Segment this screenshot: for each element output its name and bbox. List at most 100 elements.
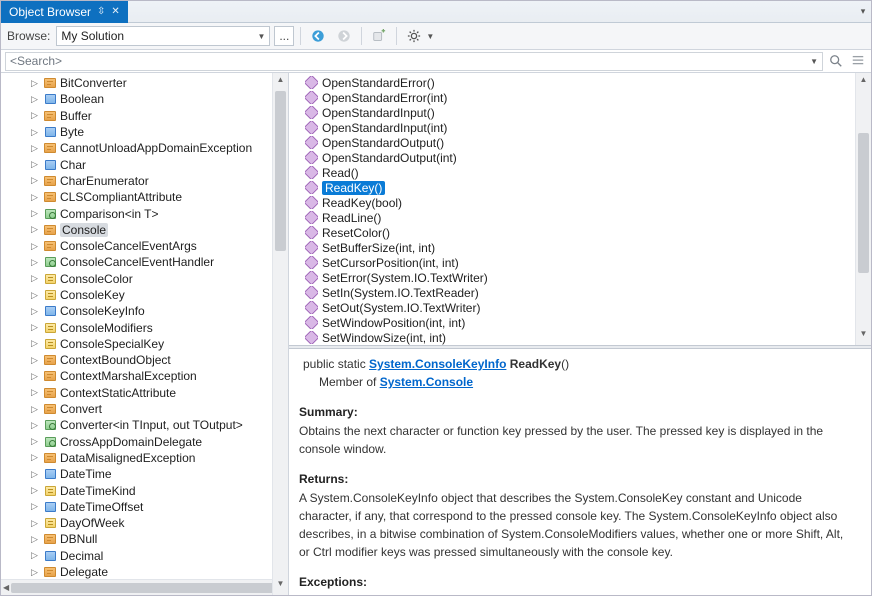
tree-item[interactable]: ▷DateTimeOffset — [1, 499, 288, 515]
exception-link[interactable]: System.InvalidOperationException — [299, 594, 497, 595]
tree-item[interactable]: ▷ContextMarshalException — [1, 368, 288, 384]
tree-item[interactable]: ▷DateTime — [1, 466, 288, 482]
scroll-down-icon[interactable]: ▼ — [273, 579, 288, 593]
tree-item[interactable]: ▷ConsoleColor — [1, 271, 288, 287]
tree-item[interactable]: ▷CrossAppDomainDelegate — [1, 434, 288, 450]
expand-icon[interactable]: ▷ — [31, 110, 40, 121]
scroll-down-icon[interactable]: ▼ — [856, 329, 871, 343]
tree-item[interactable]: ▷Char — [1, 156, 288, 172]
search-input[interactable]: <Search> ▼ — [5, 52, 823, 71]
member-item[interactable]: SetIn(System.IO.TextReader) — [289, 285, 871, 300]
browse-scope-combo[interactable]: My Solution ▼ — [56, 26, 270, 46]
expand-icon[interactable]: ▷ — [31, 436, 40, 447]
tree-item[interactable]: ▷Buffer — [1, 108, 288, 124]
expand-icon[interactable]: ▷ — [31, 273, 40, 284]
expand-icon[interactable]: ▷ — [31, 355, 40, 366]
close-icon[interactable]: ✕ — [111, 6, 119, 17]
member-item[interactable]: OpenStandardError(int) — [289, 90, 871, 105]
member-item[interactable]: SetCursorPosition(int, int) — [289, 255, 871, 270]
tree-item[interactable]: ▷DayOfWeek — [1, 515, 288, 531]
scrollbar-horizontal[interactable]: ◀ ▶ — [1, 579, 288, 595]
expand-icon[interactable]: ▷ — [31, 241, 40, 252]
declaring-type-link[interactable]: System.Console — [380, 375, 473, 389]
scroll-thumb[interactable] — [858, 133, 869, 273]
scroll-up-icon[interactable]: ▲ — [273, 75, 288, 89]
tree-item[interactable]: ▷BitConverter — [1, 75, 288, 91]
tree-item[interactable]: ▷ContextStaticAttribute — [1, 385, 288, 401]
member-item[interactable]: SetError(System.IO.TextWriter) — [289, 270, 871, 285]
expand-icon[interactable]: ▷ — [31, 127, 40, 138]
member-item[interactable]: OpenStandardOutput() — [289, 135, 871, 150]
member-item[interactable]: OpenStandardInput() — [289, 105, 871, 120]
tree-item[interactable]: ▷Decimal — [1, 548, 288, 564]
member-item[interactable]: ResetColor() — [289, 225, 871, 240]
tree-item[interactable]: ▷CharEnumerator — [1, 173, 288, 189]
expand-icon[interactable]: ▷ — [31, 159, 40, 170]
expand-icon[interactable]: ▷ — [31, 224, 40, 235]
tree-item[interactable]: ▷Convert — [1, 401, 288, 417]
expand-icon[interactable]: ▷ — [31, 338, 40, 349]
window-tab[interactable]: Object Browser ⇳ ✕ — [1, 1, 128, 23]
expand-icon[interactable]: ▷ — [31, 208, 40, 219]
member-item[interactable]: OpenStandardInput(int) — [289, 120, 871, 135]
tree-item[interactable]: ▷Boolean — [1, 91, 288, 107]
expand-icon[interactable]: ▷ — [31, 78, 40, 89]
expand-icon[interactable]: ▷ — [31, 371, 40, 382]
expand-icon[interactable]: ▷ — [31, 501, 40, 512]
member-item[interactable]: ReadKey(bool) — [289, 195, 871, 210]
tree-item[interactable]: ▷DateTimeKind — [1, 482, 288, 498]
tree-item[interactable]: ▷Byte — [1, 124, 288, 140]
member-item[interactable]: ReadKey() — [289, 180, 871, 195]
expand-icon[interactable]: ▷ — [31, 550, 40, 561]
tree-item[interactable]: ▷DataMisalignedException — [1, 450, 288, 466]
add-reference-button[interactable] — [368, 26, 390, 46]
member-item[interactable]: Read() — [289, 165, 871, 180]
return-type-link[interactable]: System.ConsoleKeyInfo — [369, 357, 506, 371]
tree-item[interactable]: ▷ConsoleKeyInfo — [1, 303, 288, 319]
settings-button[interactable]: ▼ — [403, 26, 434, 46]
scrollbar-vertical[interactable]: ▲ ▼ — [855, 73, 871, 345]
expand-icon[interactable]: ▷ — [31, 534, 40, 545]
expand-icon[interactable]: ▷ — [31, 257, 40, 268]
tree-item[interactable]: ▷ConsoleKey — [1, 287, 288, 303]
member-item[interactable]: SetWindowSize(int, int) — [289, 330, 871, 345]
expand-icon[interactable]: ▷ — [31, 175, 40, 186]
scroll-up-icon[interactable]: ▲ — [856, 75, 871, 89]
tree-item[interactable]: ▷ConsoleCancelEventHandler — [1, 254, 288, 270]
tree-item[interactable]: ▷ContextBoundObject — [1, 352, 288, 368]
member-item[interactable]: OpenStandardError() — [289, 75, 871, 90]
member-item[interactable]: ReadLine() — [289, 210, 871, 225]
type-tree[interactable]: ▷BitConverter▷Boolean▷Buffer▷Byte▷Cannot… — [1, 73, 288, 579]
expand-icon[interactable]: ▷ — [31, 485, 40, 496]
tree-item[interactable]: ▷CannotUnloadAppDomainException — [1, 140, 288, 156]
scroll-thumb[interactable] — [275, 91, 286, 251]
window-menu-icon[interactable]: ▾ — [859, 6, 871, 17]
tree-item[interactable]: ▷Console — [1, 222, 288, 238]
scrollbar-vertical[interactable]: ▲ ▼ — [272, 73, 288, 595]
expand-icon[interactable]: ▷ — [31, 143, 40, 154]
browse-custom-button[interactable]: ... — [274, 26, 294, 46]
expand-icon[interactable]: ▷ — [31, 387, 40, 398]
forward-button[interactable] — [333, 26, 355, 46]
tree-item[interactable]: ▷ConsoleSpecialKey — [1, 336, 288, 352]
member-item[interactable]: SetWindowPosition(int, int) — [289, 315, 871, 330]
tree-item[interactable]: ▷Comparison<in T> — [1, 205, 288, 221]
tree-item[interactable]: ▷ConsoleModifiers — [1, 319, 288, 335]
expand-icon[interactable]: ▷ — [31, 452, 40, 463]
expand-icon[interactable]: ▷ — [31, 518, 40, 529]
tree-item[interactable]: ▷CLSCompliantAttribute — [1, 189, 288, 205]
tree-item[interactable]: ▷Delegate — [1, 564, 288, 579]
expand-icon[interactable]: ▷ — [31, 567, 40, 578]
expand-icon[interactable]: ▷ — [31, 469, 40, 480]
member-item[interactable]: SetOut(System.IO.TextWriter) — [289, 300, 871, 315]
scroll-thumb[interactable] — [11, 583, 278, 593]
member-list[interactable]: OpenStandardError()OpenStandardError(int… — [289, 73, 871, 345]
member-item[interactable]: OpenStandardOutput(int) — [289, 150, 871, 165]
scroll-left-icon[interactable]: ◀ — [3, 583, 9, 592]
view-toggle-icon[interactable] — [849, 52, 867, 70]
expand-icon[interactable]: ▷ — [31, 322, 40, 333]
search-icon[interactable] — [827, 52, 845, 70]
tree-item[interactable]: ▷Converter<in TInput, out TOutput> — [1, 417, 288, 433]
expand-icon[interactable]: ▷ — [31, 290, 40, 301]
back-button[interactable] — [307, 26, 329, 46]
